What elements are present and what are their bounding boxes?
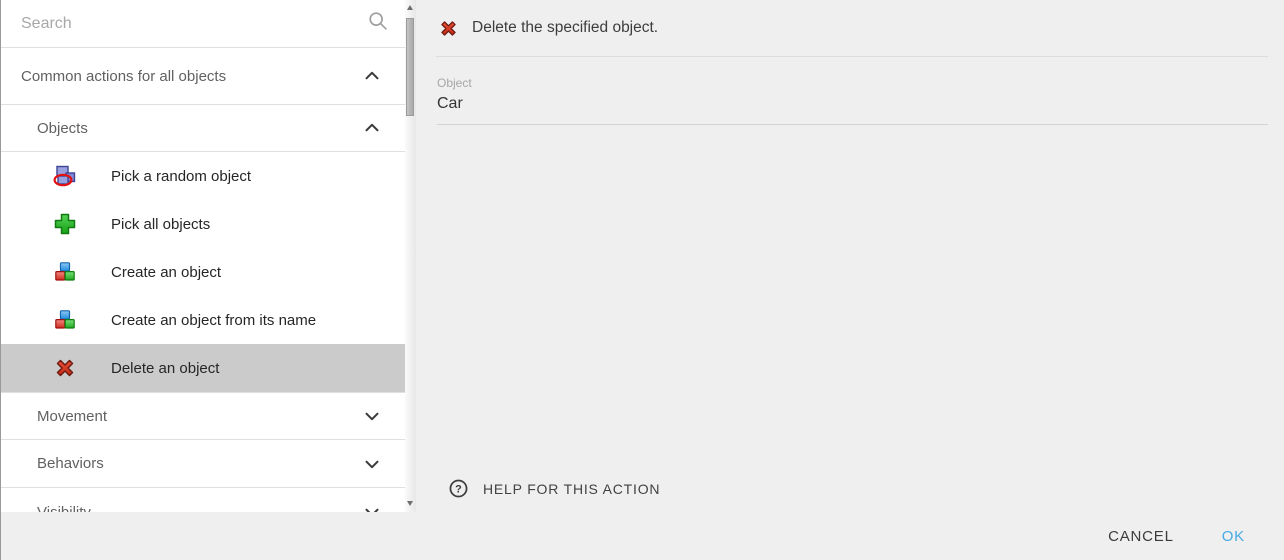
help-button[interactable]: ? HELP FOR THIS ACTION xyxy=(448,474,666,503)
category-label: Movement xyxy=(37,408,107,425)
category-label: Behaviors xyxy=(37,455,104,472)
scrollbar-up-button[interactable] xyxy=(405,0,416,15)
category-movement[interactable]: Movement xyxy=(1,392,405,440)
delete-object-icon xyxy=(438,18,459,39)
category-behaviors[interactable]: Behaviors xyxy=(1,440,405,488)
action-item-label: Create an object from its name xyxy=(111,312,316,329)
search-row xyxy=(1,0,405,48)
sidebar-scrollbar[interactable] xyxy=(405,0,416,512)
chevron-up-icon xyxy=(361,65,383,87)
ok-button[interactable]: OK xyxy=(1212,520,1255,553)
action-header: Delete the specified object. xyxy=(436,0,1268,57)
action-item-delete-object[interactable]: Delete an object xyxy=(1,344,405,392)
category-objects[interactable]: Objects xyxy=(1,104,405,152)
action-title: Delete the specified object. xyxy=(472,19,658,37)
action-item-create-object-from-name[interactable]: Create an object from its name xyxy=(1,296,405,344)
action-item-label: Delete an object xyxy=(111,360,219,377)
category-label: Common actions for all objects xyxy=(21,68,226,85)
action-list-panel: Common actions for all objects Objects xyxy=(1,0,416,512)
chevron-down-icon xyxy=(361,501,383,512)
category-label: Objects xyxy=(37,120,88,137)
create-object-icon xyxy=(53,308,77,332)
action-item-pick-all-objects[interactable]: Pick all objects xyxy=(1,200,405,248)
scrollbar-thumb[interactable] xyxy=(406,18,414,116)
action-item-label: Pick a random object xyxy=(111,168,251,185)
svg-text:?: ? xyxy=(455,483,462,495)
cancel-button[interactable]: CANCEL xyxy=(1098,520,1184,553)
help-icon: ? xyxy=(448,478,469,499)
chevron-down-icon xyxy=(361,453,383,475)
category-label: Visibility xyxy=(37,504,91,513)
delete-object-icon xyxy=(53,356,77,380)
category-visibility[interactable]: Visibility xyxy=(1,488,405,512)
search-icon xyxy=(367,10,389,37)
dialog-footer: CANCEL OK xyxy=(1,512,1284,560)
action-item-create-object[interactable]: Create an object xyxy=(1,248,405,296)
action-editor-panel: Delete the specified object. Object ? HE… xyxy=(416,0,1284,512)
action-list: Common actions for all objects Objects xyxy=(1,0,405,512)
help-button-label: HELP FOR THIS ACTION xyxy=(483,481,660,497)
scroll-down-icon xyxy=(407,501,413,506)
object-field-label: Object xyxy=(437,76,1268,90)
pick-all-objects-icon xyxy=(53,212,77,236)
chevron-down-icon xyxy=(361,405,383,427)
create-object-icon xyxy=(53,260,77,284)
pick-random-object-icon xyxy=(53,164,77,188)
chevron-up-icon xyxy=(361,117,383,139)
category-common-actions[interactable]: Common actions for all objects xyxy=(1,48,405,104)
action-item-label: Create an object xyxy=(111,264,221,281)
search-input[interactable] xyxy=(21,15,367,33)
action-item-label: Pick all objects xyxy=(111,216,210,233)
action-item-pick-random-object[interactable]: Pick a random object xyxy=(1,152,405,200)
object-field-group: Object xyxy=(437,57,1268,125)
object-input[interactable] xyxy=(437,95,1268,125)
scroll-up-icon xyxy=(407,5,413,10)
scrollbar-down-button[interactable] xyxy=(405,495,416,510)
